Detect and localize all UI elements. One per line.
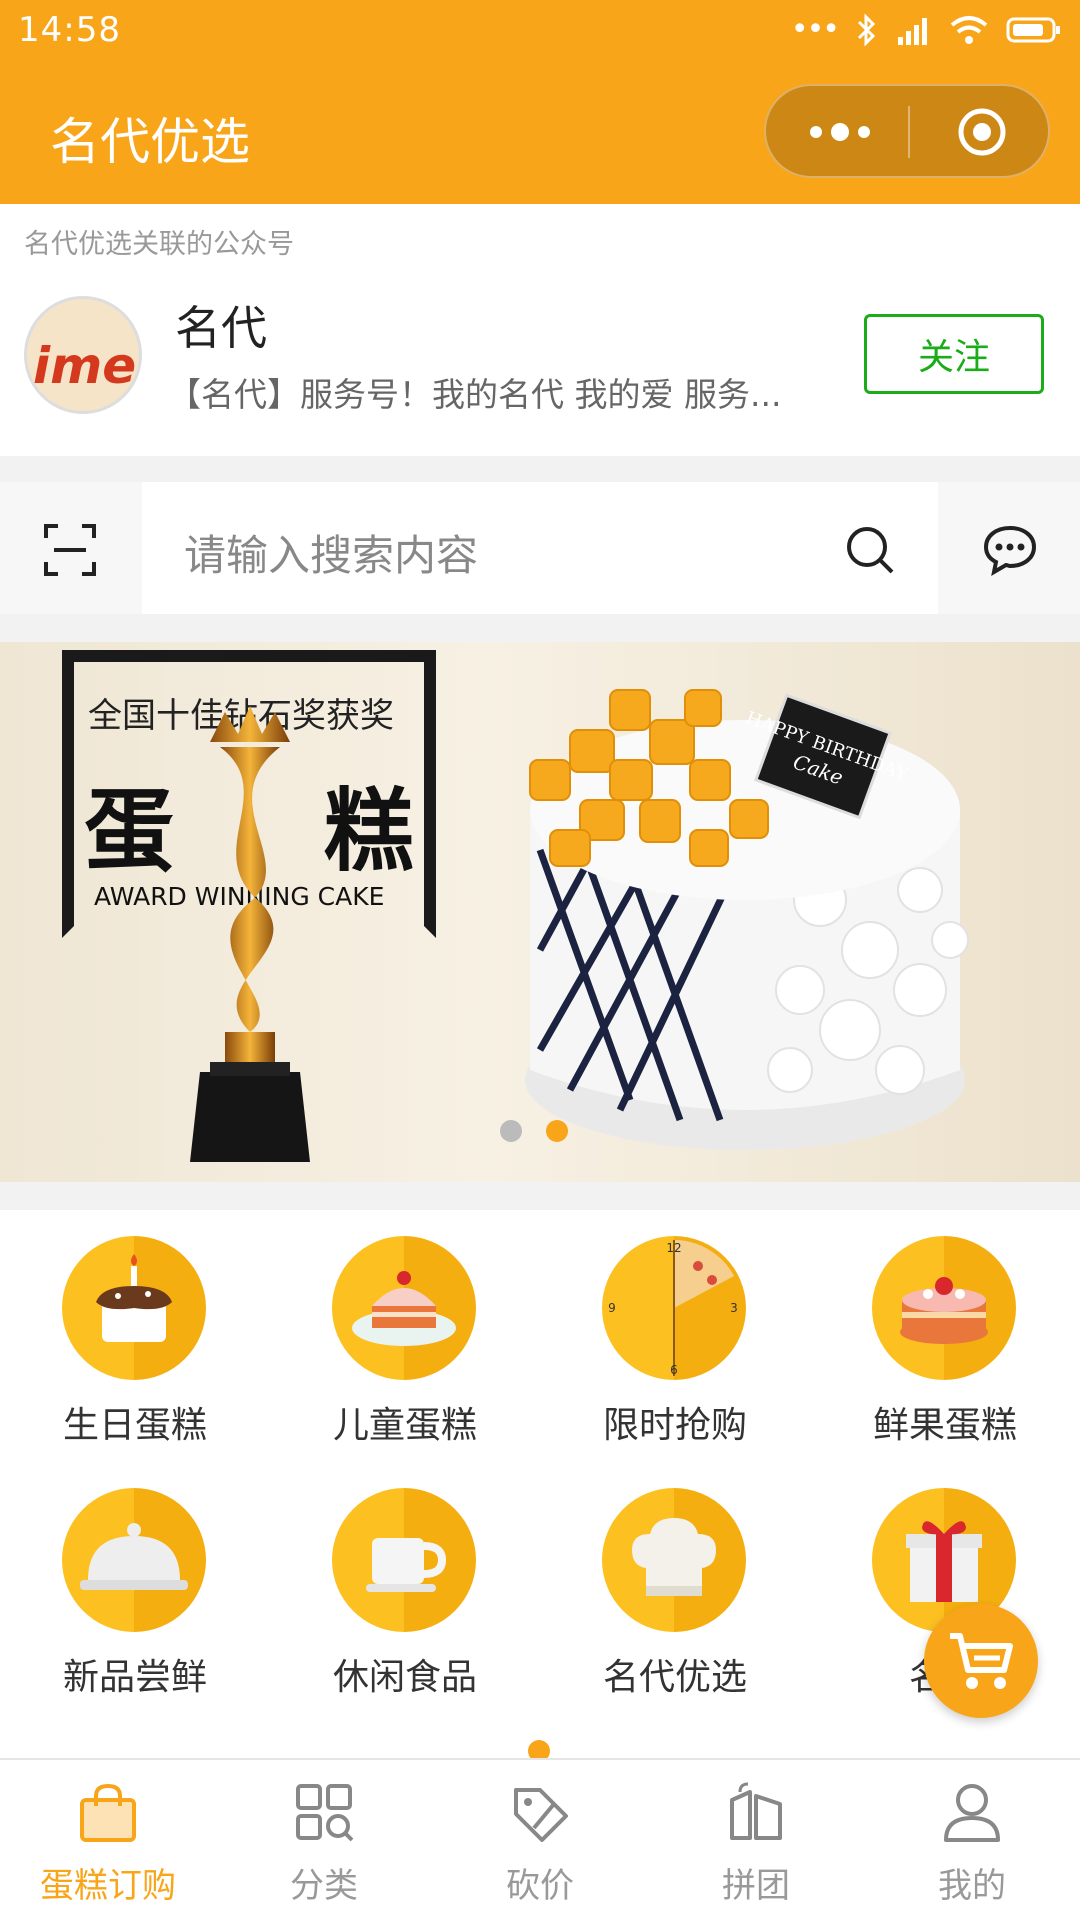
kids-cake-icon <box>332 1236 476 1380</box>
svg-text:9: 9 <box>608 1301 616 1315</box>
mini-program-capsule <box>764 84 1050 178</box>
page-title: 名代优选 <box>50 113 250 171</box>
status-time: 14:58 <box>18 10 121 50</box>
category-label: 儿童蛋糕 <box>332 1405 477 1446</box>
banner-pagination <box>500 1120 568 1142</box>
bottom-tab-bar: 蛋糕订购 分类 砍价 拼团 我的 <box>0 1758 1080 1920</box>
tab-label: 分类 <box>290 1866 358 1906</box>
follow-button[interactable]: 关注 <box>864 314 1044 394</box>
promo-banner[interactable]: 全国十佳钻石奖获奖 蛋 糕 AWARD WINNING CAKE HAPPY B… <box>0 642 1080 1182</box>
category-label: 鲜果蛋糕 <box>872 1405 1017 1446</box>
signal-icon <box>898 17 927 45</box>
tab-mine[interactable]: 我的 <box>864 1760 1080 1920</box>
nav-bar: 名代优选 <box>0 60 1080 204</box>
tab-label: 蛋糕订购 <box>40 1866 176 1906</box>
category-label: 休闲食品 <box>332 1657 477 1698</box>
fruit-cake-icon <box>872 1236 1016 1380</box>
category-kids-cake[interactable]: 儿童蛋糕 <box>270 1210 540 1446</box>
related-account-hint: 名代优选关联的公众号 <box>24 229 294 260</box>
cart-button[interactable] <box>924 1604 1038 1718</box>
account-description: 【名代】服务号！我的名代 我的爱 服务... <box>168 375 782 414</box>
category-grid: 生日蛋糕 儿童蛋糕 12 3 6 9 限时抢购 鲜果蛋糕 新品尝鲜 休闲食品 名代优 <box>0 1210 1080 1760</box>
user-icon <box>944 1784 1000 1842</box>
tab-label: 拼团 <box>722 1866 790 1906</box>
cup-icon <box>332 1488 476 1632</box>
price-tag-icon <box>514 1788 568 1842</box>
category-label: 名代优选 <box>602 1657 747 1698</box>
wifi-icon <box>950 15 988 44</box>
tab-label: 我的 <box>938 1866 1006 1906</box>
tab-category[interactable]: 分类 <box>216 1760 432 1920</box>
category-flash-sale[interactable]: 12 3 6 9 限时抢购 <box>540 1210 810 1446</box>
svg-text:3: 3 <box>730 1301 738 1315</box>
capsule-divider <box>908 106 910 158</box>
cart-icon <box>950 1633 1013 1689</box>
related-official-account: 名代优选关联的公众号 ime 名代 【名代】服务号！我的名代 我的爱 服务...… <box>0 204 1080 456</box>
more-menu-icon[interactable] <box>804 114 876 150</box>
search-bar: 请输入搜索内容 <box>0 482 1080 614</box>
birthday-cake-icon <box>62 1236 206 1380</box>
category-label: 限时抢购 <box>602 1405 747 1446</box>
scan-icon[interactable] <box>44 524 96 576</box>
trophy-image <box>190 706 310 1162</box>
svg-text:6: 6 <box>670 1363 678 1377</box>
more-dots-icon: ••• <box>790 12 840 47</box>
category-fruit-cake[interactable]: 鲜果蛋糕 <box>810 1210 1080 1446</box>
category-grid-icon <box>296 1784 354 1842</box>
search-input[interactable]: 请输入搜索内容 <box>142 482 938 614</box>
banner-title-right: 糕 <box>324 779 414 884</box>
status-bar: 14:58 ••• <box>0 0 1080 60</box>
cake-image: HAPPY BIRTHDAY Cake <box>525 689 969 1150</box>
status-icons: ••• <box>791 12 1062 47</box>
category-mingdai-select[interactable]: 名代优选 <box>540 1462 810 1698</box>
shopping-bag-icon <box>80 1783 136 1842</box>
category-birthday-cake[interactable]: 生日蛋糕 <box>0 1210 270 1446</box>
message-icon[interactable] <box>982 524 1038 576</box>
category-snacks[interactable]: 休闲食品 <box>270 1462 540 1698</box>
account-name: 名代 <box>175 301 267 355</box>
banner-dot[interactable] <box>500 1120 522 1142</box>
group-buy-icon <box>730 1782 782 1840</box>
category-label: 生日蛋糕 <box>62 1405 207 1446</box>
category-label: 新品尝鲜 <box>62 1657 207 1698</box>
cloche-icon <box>62 1488 206 1632</box>
banner-title-left: 蛋 <box>84 779 174 884</box>
search-icon[interactable] <box>844 524 896 576</box>
search-placeholder: 请输入搜索内容 <box>184 531 479 580</box>
category-new-products[interactable]: 新品尝鲜 <box>0 1462 270 1698</box>
bluetooth-icon <box>857 12 876 47</box>
chef-hat-icon <box>602 1488 746 1632</box>
ime-logo: ime <box>33 337 137 395</box>
flash-sale-clock-icon: 12 3 6 9 <box>602 1236 746 1380</box>
tab-label: 砍价 <box>506 1866 574 1906</box>
account-avatar[interactable]: ime <box>24 296 142 414</box>
tab-group-buy[interactable]: 拼团 <box>648 1760 864 1920</box>
close-miniprogram-icon[interactable] <box>956 106 1008 158</box>
battery-icon <box>1006 17 1060 42</box>
tab-cake-order[interactable]: 蛋糕订购 <box>0 1760 216 1920</box>
banner-dot-active[interactable] <box>546 1120 568 1142</box>
tab-bargain[interactable]: 砍价 <box>432 1760 648 1920</box>
svg-text:12: 12 <box>666 1241 681 1255</box>
